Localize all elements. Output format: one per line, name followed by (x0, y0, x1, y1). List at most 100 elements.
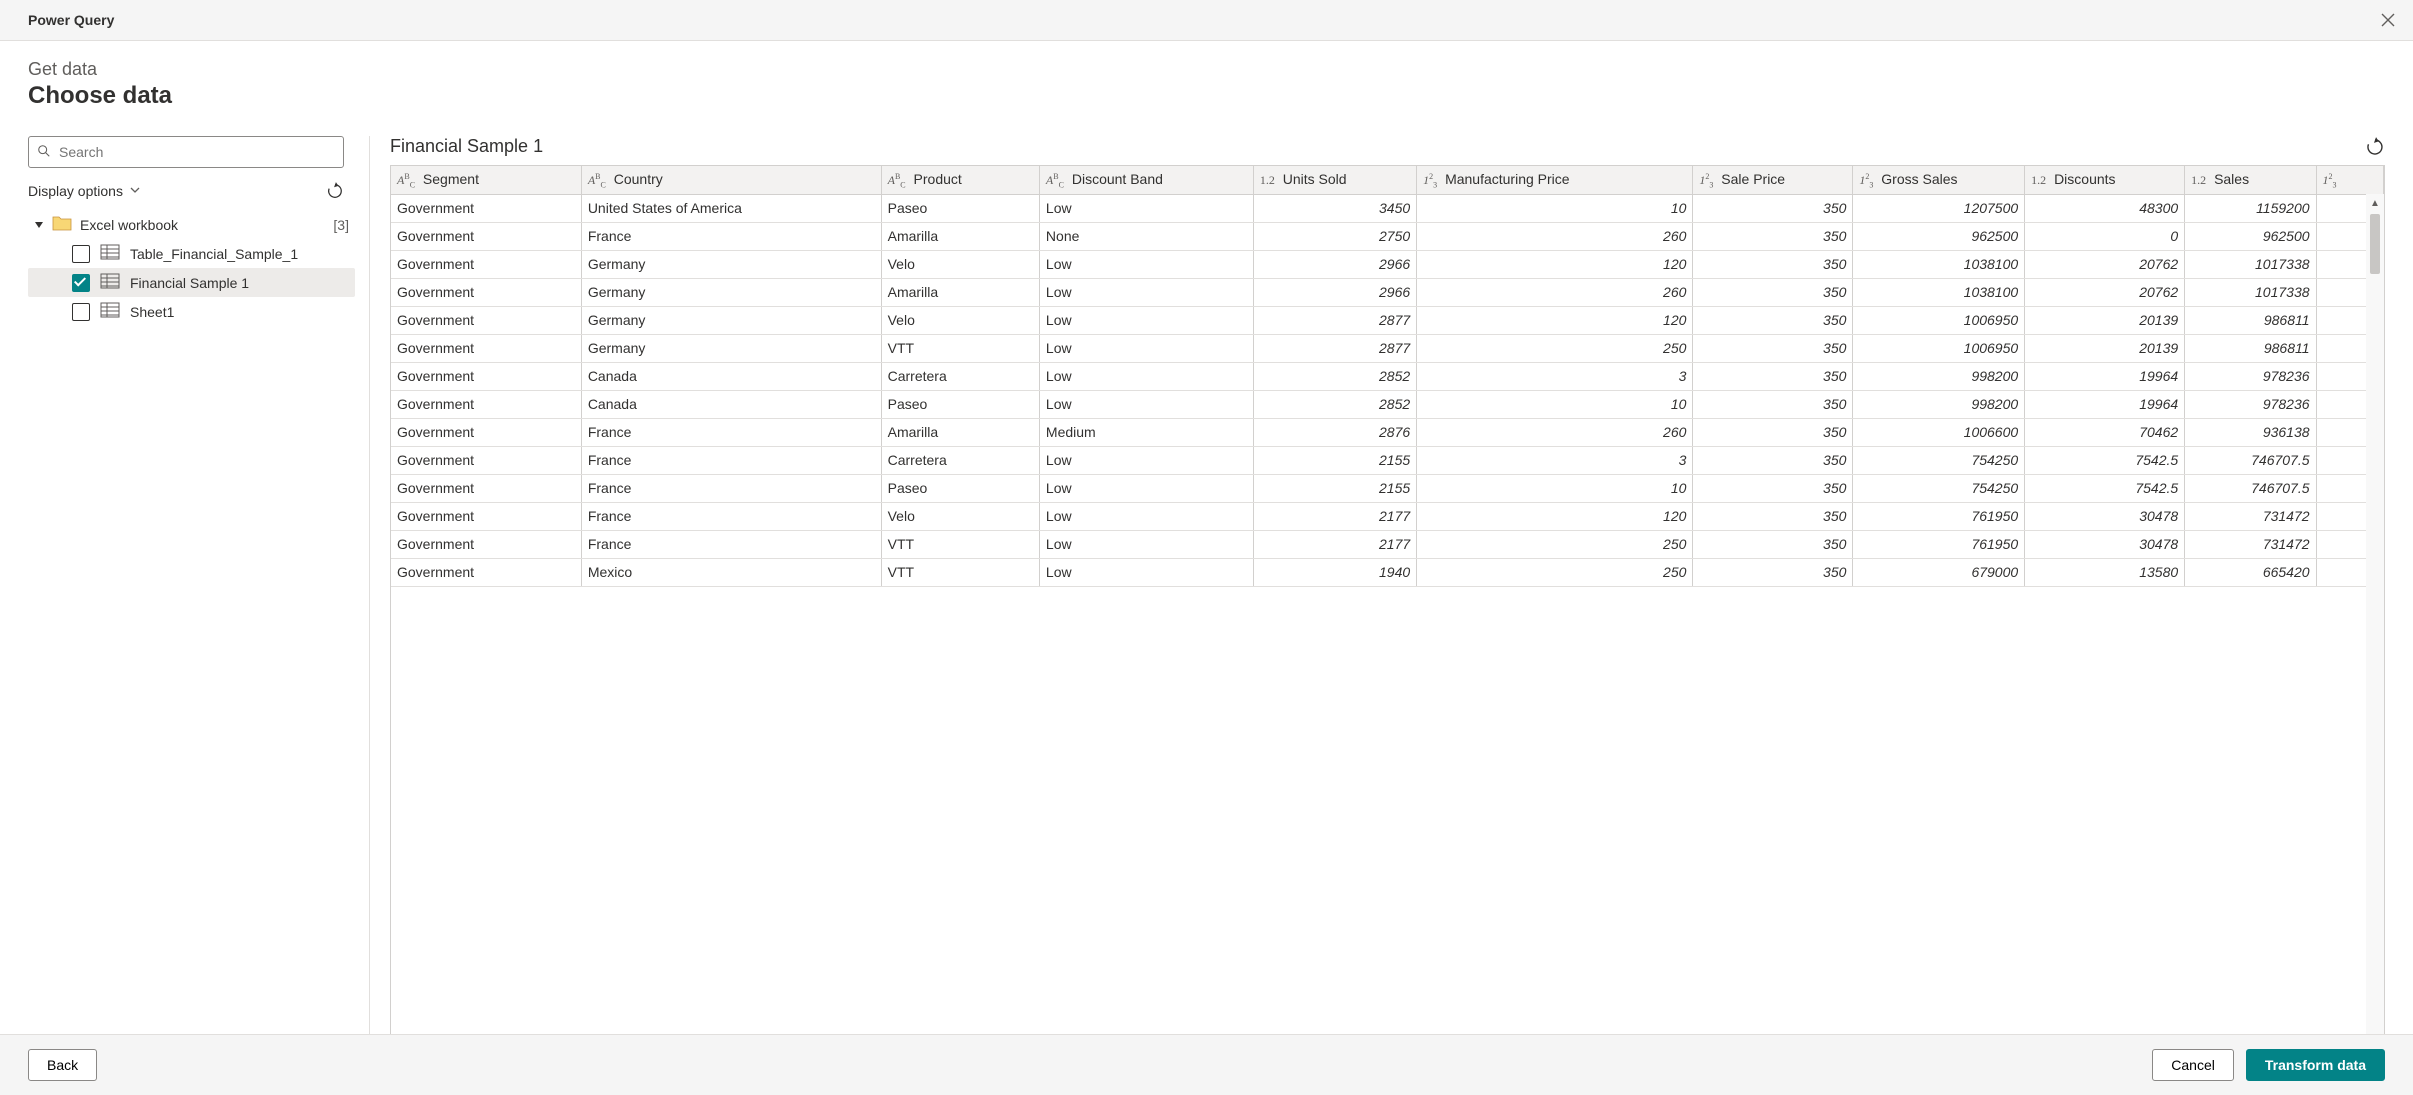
table-row[interactable]: GovernmentUnited States of AmericaPaseoL… (391, 194, 2384, 222)
column-header[interactable]: 123 Manufacturing Price (1417, 166, 1693, 194)
table-cell: 20762 (2025, 278, 2185, 306)
table-cell: 2876 (1253, 418, 1416, 446)
tree-item[interactable]: Table_Financial_Sample_1 (28, 239, 355, 268)
table-cell: Low (1039, 502, 1253, 530)
table-cell: France (581, 530, 881, 558)
table-cell: 761950 (1853, 502, 2025, 530)
table-cell: 2155 (1253, 474, 1416, 502)
table-cell: Mexico (581, 558, 881, 586)
table-cell: VTT (881, 530, 1039, 558)
table-cell: 30478 (2025, 502, 2185, 530)
table-cell: 20139 (2025, 306, 2185, 334)
table-cell: 746707.5 (2185, 474, 2316, 502)
table-cell: Government (391, 334, 581, 362)
tree-children: Table_Financial_Sample_1Financial Sample… (40, 239, 355, 326)
table-cell: 2852 (1253, 362, 1416, 390)
table-cell: 1017338 (2185, 250, 2316, 278)
table-row[interactable]: GovernmentGermanyVTTLow28772503501006950… (391, 334, 2384, 362)
scroll-thumb[interactable] (2370, 214, 2380, 274)
column-header[interactable]: ABC Discount Band (1039, 166, 1253, 194)
table-cell: Government (391, 390, 581, 418)
table-cell: 350 (1693, 306, 1853, 334)
table-row[interactable]: GovernmentCanadaCarreteraLow285233509982… (391, 362, 2384, 390)
vertical-scrollbar[interactable]: ▲ ▼ (2366, 194, 2384, 1056)
tree-root[interactable]: Excel workbook [3] (28, 210, 355, 239)
table-cell: 2852 (1253, 390, 1416, 418)
column-header-overflow[interactable]: 123 (2316, 166, 2383, 194)
tree-item[interactable]: Sheet1 (28, 297, 355, 326)
folder-icon (52, 215, 72, 234)
footer: Back Cancel Transform data (0, 1034, 2413, 1095)
table-cell: 754250 (1853, 446, 2025, 474)
table-cell: 2877 (1253, 334, 1416, 362)
column-header[interactable]: 1.2 Sales (2185, 166, 2316, 194)
table-row[interactable]: GovernmentFrancePaseoLow2155103507542507… (391, 474, 2384, 502)
table-row[interactable]: GovernmentCanadaPaseoLow2852103509982001… (391, 390, 2384, 418)
search-input[interactable] (59, 144, 335, 160)
table-cell: 978236 (2185, 362, 2316, 390)
table-cell: Low (1039, 306, 1253, 334)
table-cell: 10 (1417, 390, 1693, 418)
table-cell: 3 (1417, 362, 1693, 390)
column-header[interactable]: ABC Segment (391, 166, 581, 194)
table-cell: 350 (1693, 446, 1853, 474)
right-panel: Financial Sample 1 ABC SegmentABC Countr… (370, 136, 2385, 1095)
refresh-preview-icon[interactable] (2365, 137, 2385, 157)
table-cell: 260 (1417, 418, 1693, 446)
checkbox[interactable] (72, 303, 90, 321)
table-cell: 1038100 (1853, 250, 2025, 278)
refresh-icon[interactable] (326, 182, 344, 200)
table-cell: 250 (1417, 558, 1693, 586)
search-box[interactable] (28, 136, 344, 168)
preview-header: Financial Sample 1 (390, 136, 2385, 157)
table-cell: Paseo (881, 194, 1039, 222)
scroll-up-icon[interactable]: ▲ (2370, 194, 2380, 212)
table-cell: Government (391, 474, 581, 502)
table-cell: 30478 (2025, 530, 2185, 558)
column-header[interactable]: ABC Country (581, 166, 881, 194)
table-cell: 754250 (1853, 474, 2025, 502)
table-row[interactable]: GovernmentGermanyAmarillaLow296626035010… (391, 278, 2384, 306)
table-cell: 2177 (1253, 502, 1416, 530)
table-cell: Low (1039, 362, 1253, 390)
table-cell: Canada (581, 390, 881, 418)
table-cell: 10 (1417, 194, 1693, 222)
table-row[interactable]: GovernmentMexicoVTTLow194025035067900013… (391, 558, 2384, 586)
table-row[interactable]: GovernmentFranceAmarillaNone275026035096… (391, 222, 2384, 250)
tree-item-label: Sheet1 (130, 304, 174, 320)
table-row[interactable]: GovernmentFranceVeloLow21771203507619503… (391, 502, 2384, 530)
display-options-dropdown[interactable]: Display options (28, 183, 141, 199)
tree-root-label: Excel workbook (80, 217, 178, 233)
table-row[interactable]: GovernmentFranceVTTLow217725035076195030… (391, 530, 2384, 558)
back-button[interactable]: Back (28, 1049, 97, 1081)
transform-data-button[interactable]: Transform data (2246, 1049, 2385, 1081)
table-cell: 998200 (1853, 390, 2025, 418)
table-cell: 731472 (2185, 502, 2316, 530)
checkbox[interactable] (72, 245, 90, 263)
table-cell: Government (391, 194, 581, 222)
checkbox[interactable] (72, 274, 90, 292)
table-row[interactable]: GovernmentGermanyVeloLow2966120350103810… (391, 250, 2384, 278)
table-row[interactable]: GovernmentFranceAmarillaMedium2876260350… (391, 418, 2384, 446)
table-cell: France (581, 446, 881, 474)
table-cell: Paseo (881, 390, 1039, 418)
table-cell: 7542.5 (2025, 446, 2185, 474)
table-cell: 679000 (1853, 558, 2025, 586)
column-header[interactable]: 1.2 Discounts (2025, 166, 2185, 194)
table-row[interactable]: GovernmentFranceCarreteraLow215533507542… (391, 446, 2384, 474)
table-cell: Amarilla (881, 278, 1039, 306)
column-header[interactable]: 1.2 Units Sold (1253, 166, 1416, 194)
cancel-button[interactable]: Cancel (2152, 1049, 2234, 1081)
column-header[interactable]: 123 Gross Sales (1853, 166, 2025, 194)
table-cell: Government (391, 362, 581, 390)
close-icon[interactable] (2379, 11, 2397, 29)
table-row[interactable]: GovernmentGermanyVeloLow2877120350100695… (391, 306, 2384, 334)
table-cell: Carretera (881, 362, 1039, 390)
column-header[interactable]: ABC Product (881, 166, 1039, 194)
table-cell: 13580 (2025, 558, 2185, 586)
table-cell: 7542.5 (2025, 474, 2185, 502)
table-cell: Paseo (881, 474, 1039, 502)
table-cell: 936138 (2185, 418, 2316, 446)
tree-item[interactable]: Financial Sample 1 (28, 268, 355, 297)
column-header[interactable]: 123 Sale Price (1693, 166, 1853, 194)
